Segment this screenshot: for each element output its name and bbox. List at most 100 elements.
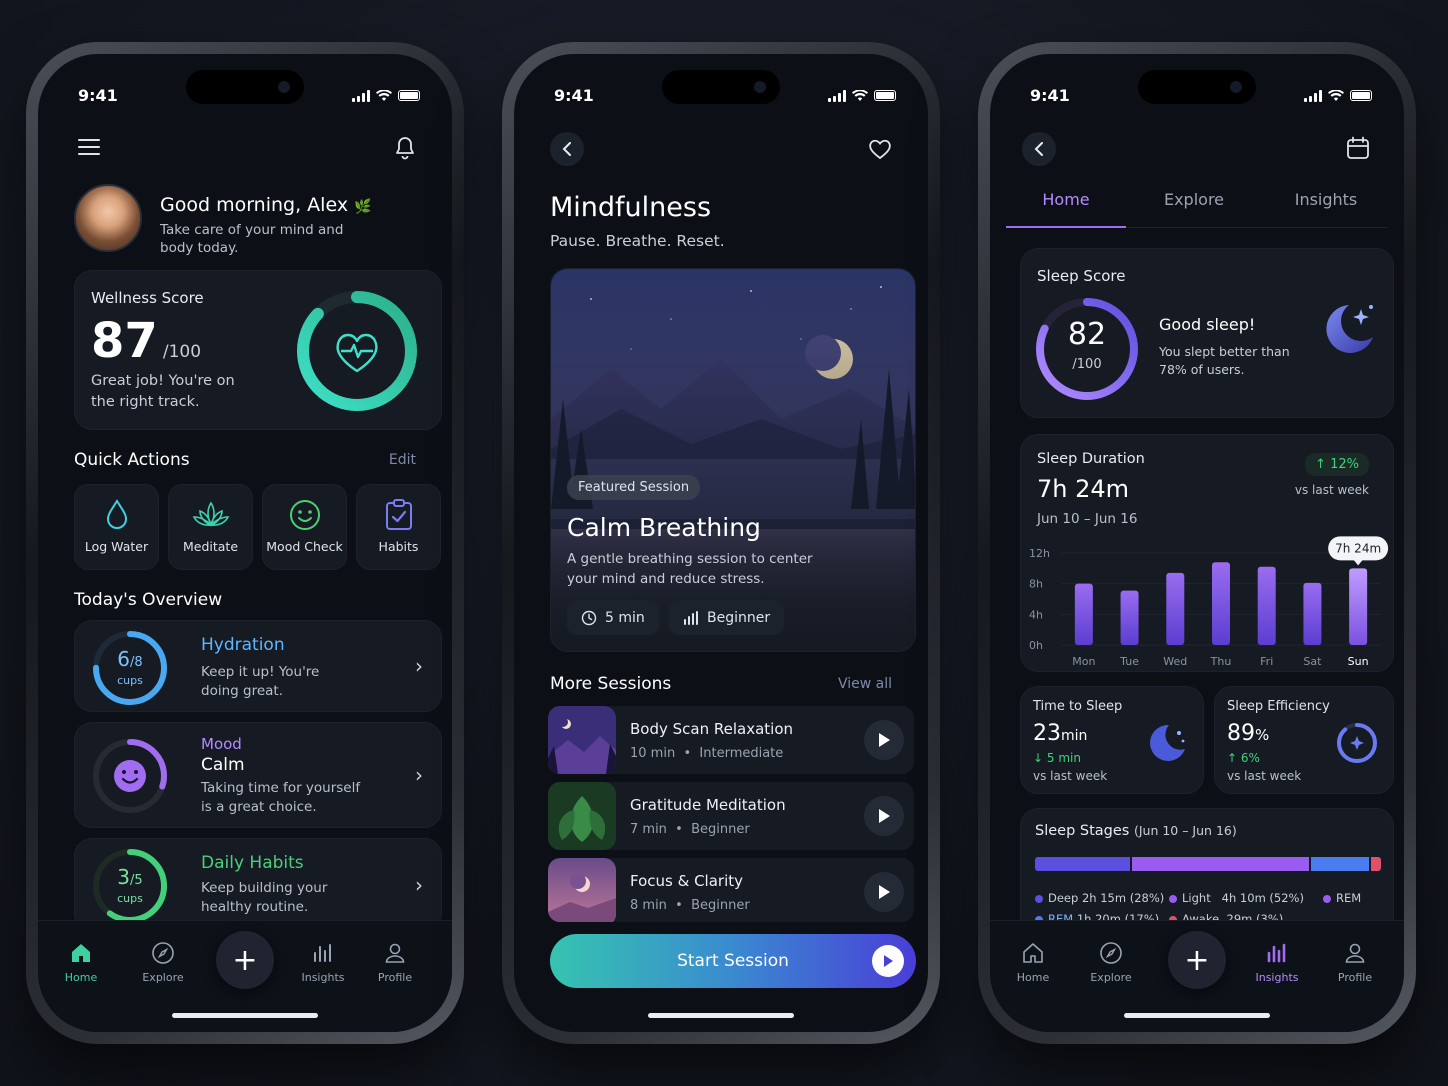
wellness-ring bbox=[297, 291, 417, 411]
chevron-right-icon[interactable]: › bbox=[415, 654, 423, 678]
y-tick-label: 8h bbox=[1029, 578, 1043, 591]
quick-actions-edit[interactable]: Edit bbox=[389, 452, 416, 468]
time-to-sleep-change-value: 5 min bbox=[1046, 751, 1081, 765]
mood-title: Mood bbox=[201, 735, 242, 753]
session-body-scan[interactable]: Body Scan Relaxation 10 min • Intermedia… bbox=[548, 706, 914, 774]
quick-action-log-water[interactable]: Log Water bbox=[74, 484, 159, 570]
wifi-icon bbox=[1328, 89, 1344, 101]
chart-bar[interactable] bbox=[1257, 566, 1276, 645]
play-icon bbox=[879, 885, 890, 899]
sleep-duration-card[interactable]: Sleep Duration 7h 24m Jun 10 – Jun 16 ↑ … bbox=[1020, 434, 1394, 672]
time-to-sleep-card[interactable]: Time to Sleep 23min ↓ 5 min vs last week bbox=[1020, 686, 1204, 794]
tab-profile[interactable]: Profile bbox=[1320, 941, 1390, 984]
status-icons bbox=[1304, 89, 1372, 102]
tab-profile[interactable]: Profile bbox=[360, 941, 430, 984]
tab-sleep[interactable]: Home bbox=[1006, 190, 1126, 209]
sleep-stages-range: (Jun 10 – Jun 16) bbox=[1133, 823, 1237, 838]
page-subtitle: Pause. Breathe. Reset. bbox=[550, 232, 725, 250]
chart-bar[interactable] bbox=[1349, 568, 1368, 645]
quick-action-label: Meditate bbox=[182, 539, 239, 554]
chart-bar[interactable] bbox=[1120, 590, 1139, 645]
calendar-icon[interactable] bbox=[1346, 136, 1370, 160]
chart-bar[interactable] bbox=[1166, 572, 1185, 645]
heart-icon[interactable] bbox=[868, 138, 892, 160]
tab-explore[interactable]: Explore bbox=[128, 941, 198, 984]
chart-tooltip-pointer bbox=[1353, 559, 1364, 566]
signal-icon bbox=[1304, 89, 1322, 102]
sleep-stages-bar bbox=[1035, 857, 1381, 871]
play-button[interactable] bbox=[864, 796, 904, 836]
habits-total: /5 bbox=[130, 873, 143, 888]
lotus-icon bbox=[192, 501, 229, 527]
featured-badge: Featured Session bbox=[567, 475, 701, 500]
play-circle-icon bbox=[872, 945, 904, 977]
chart-bar[interactable] bbox=[1074, 583, 1093, 645]
overview-hydration[interactable]: 6/8 cups Hydration Keep it up! You're do… bbox=[74, 620, 442, 712]
overview-habits[interactable]: 3/5 cups Daily Habits Keep building your… bbox=[74, 838, 442, 932]
tab-label: Profile bbox=[377, 971, 413, 984]
page-title: Mindfulness bbox=[550, 192, 712, 223]
overview-mood[interactable]: Mood Calm Taking time for yourself is a … bbox=[74, 722, 442, 828]
checklist-icon bbox=[385, 499, 412, 530]
tab-explore[interactable]: Explore bbox=[1076, 941, 1146, 984]
session-title: Focus & Clarity bbox=[630, 872, 743, 890]
wellness-card[interactable]: Wellness Score 87 /100 Great job! You're… bbox=[74, 270, 442, 430]
view-all-link[interactable]: View all bbox=[838, 676, 892, 692]
home-indicator bbox=[648, 1013, 794, 1018]
tab-home[interactable]: Home bbox=[46, 941, 116, 984]
play-button[interactable] bbox=[864, 872, 904, 912]
status-time: 9:41 bbox=[554, 86, 594, 105]
efficiency-change-value: 6% bbox=[1240, 751, 1260, 765]
chevron-right-icon[interactable]: › bbox=[415, 763, 423, 787]
play-button[interactable] bbox=[864, 720, 904, 760]
featured-card[interactable]: Featured Session Calm Breathing A gentle… bbox=[550, 268, 916, 652]
duration-change-badge: ↑ 12% bbox=[1305, 453, 1369, 476]
quick-action-habits[interactable]: Habits bbox=[356, 484, 441, 570]
tab-label: Explore bbox=[142, 971, 184, 984]
start-session-button[interactable]: Start Session bbox=[550, 934, 916, 988]
more-sessions-title: More Sessions bbox=[550, 674, 672, 694]
chevron-right-icon[interactable]: › bbox=[415, 873, 423, 897]
signal-icon bbox=[352, 89, 370, 102]
chart-bar[interactable] bbox=[1212, 562, 1230, 645]
sleep-efficiency-card[interactable]: Sleep Efficiency 89% ↑ 6% vs last week bbox=[1214, 686, 1394, 794]
session-gratitude[interactable]: Gratitude Meditation 7 min • Beginner bbox=[548, 782, 914, 850]
sleep-score-card[interactable]: Sleep Score 82 /100 Good sleep! You slep… bbox=[1020, 248, 1394, 418]
mood-value: Calm bbox=[201, 755, 245, 775]
menu-icon[interactable] bbox=[78, 138, 100, 156]
y-tick-label: 0h bbox=[1029, 639, 1043, 652]
sleep-efficiency-title: Sleep Efficiency bbox=[1227, 699, 1330, 714]
hydration-total: /8 bbox=[130, 655, 143, 670]
mood-desc: Taking time for yourself is a great choi… bbox=[201, 780, 361, 815]
back-button[interactable] bbox=[550, 132, 584, 166]
sleep-duration-title: Sleep Duration bbox=[1037, 451, 1145, 467]
quick-action-mood-check[interactable]: Mood Check bbox=[262, 484, 347, 570]
tab-trends[interactable]: Insights bbox=[1266, 190, 1386, 209]
tab-insights[interactable]: Insights bbox=[288, 941, 358, 984]
add-button[interactable]: + bbox=[216, 931, 274, 989]
sleep-score-title: Sleep Score bbox=[1037, 267, 1126, 285]
moon-stars-icon bbox=[1326, 305, 1373, 353]
back-button[interactable] bbox=[1022, 132, 1056, 166]
heart-pulse-icon bbox=[336, 333, 378, 373]
bell-icon[interactable] bbox=[394, 136, 416, 160]
tab-activity[interactable]: Explore bbox=[1134, 190, 1254, 209]
duration-label: 5 min bbox=[605, 610, 645, 626]
avatar[interactable] bbox=[74, 184, 142, 252]
stage-segment bbox=[1370, 857, 1381, 871]
phone-sleep-insights: 9:41 Home Explore Insights Sleep Score 8… bbox=[978, 42, 1416, 1044]
featured-title: Calm Breathing bbox=[567, 513, 761, 542]
duration-hours: 7h bbox=[1037, 475, 1068, 503]
session-focus[interactable]: Focus & Clarity 8 min • Beginner bbox=[548, 858, 914, 922]
chart-bar[interactable] bbox=[1303, 582, 1322, 645]
efficiency-number: 89 bbox=[1227, 721, 1255, 746]
quick-action-meditate[interactable]: Meditate bbox=[168, 484, 253, 570]
featured-level: Beginner bbox=[669, 601, 785, 635]
status-icons bbox=[352, 89, 420, 102]
add-button[interactable]: + bbox=[1168, 931, 1226, 989]
tab-insights[interactable]: Insights bbox=[1242, 941, 1312, 984]
time-to-sleep-change-label: vs last week bbox=[1033, 769, 1108, 783]
efficiency-ring-icon bbox=[1337, 723, 1377, 763]
tab-home[interactable]: Home bbox=[998, 941, 1068, 984]
person-icon bbox=[385, 943, 405, 963]
